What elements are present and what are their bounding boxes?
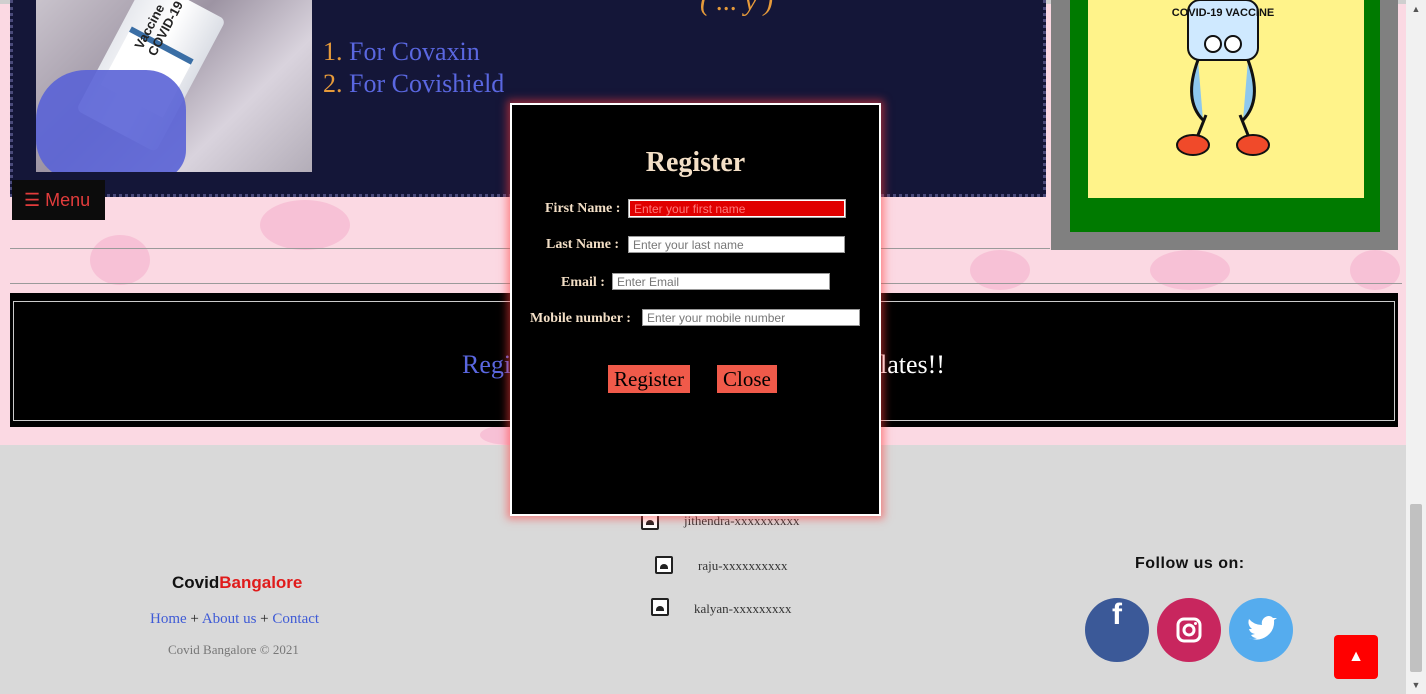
banner-heading: ( ... y ) [700,0,774,17]
option-number: 1. [323,37,343,66]
option-covishield[interactable]: 2. For Covishield [323,68,504,100]
vaccine-options-list: 1. For Covaxin 2. For Covishield [323,36,504,100]
menu-button[interactable]: ☰ Menu [12,180,105,220]
option-number: 2. [323,69,343,98]
sticker-green-border: COVID-19 VACCINE [1070,0,1380,232]
register-modal: Register First Name : Last Name : Email … [510,103,881,516]
vertical-scrollbar[interactable]: ▲ ▼ [1406,0,1426,694]
first-name-input[interactable] [628,199,846,218]
brand-bangalore: Bangalore [219,573,303,592]
vaccine-sticker-frame: COVID-19 VACCINE [1051,0,1398,250]
facebook-icon[interactable]: f [1085,598,1149,662]
footer-links: Home + About us + Contact [150,611,319,628]
register-banner-text-left: Regi [462,350,512,379]
link-separator: + [190,611,199,627]
footer-brand: CovidBangalore [172,573,302,593]
copyright: Covid Bangalore © 2021 [168,642,299,657]
contact-item: raju-xxxxxxxxxx [698,558,788,573]
brand-covid: Covid [172,573,220,592]
mobile-number-label: Mobile number : [530,311,631,326]
option-label: For Covishield [349,69,505,98]
about-link[interactable]: About us [202,611,257,627]
page: Vaccine COVID-19 ( ... y ) 1. For Covaxi… [0,0,1406,694]
follow-label: Follow us on: [1135,555,1245,572]
option-covaxin[interactable]: 1. For Covaxin [323,36,504,68]
vaccine-character-icon: COVID-19 VACCINE [1172,0,1274,156]
contact-item: kalyan-xxxxxxxxx [694,601,792,616]
contact-card-icon [655,556,673,574]
mobile-number-input[interactable] [642,309,860,326]
contact-card-icon [651,598,669,616]
sticker-text: COVID-19 VACCINE [1172,7,1274,19]
scroll-to-top-button[interactable]: ▲ [1334,635,1378,679]
link-separator: + [260,611,269,627]
twitter-glyph [1248,616,1277,640]
register-button[interactable]: Register [608,365,690,393]
email-input[interactable] [612,273,830,290]
instagram-icon[interactable] [1157,598,1221,662]
close-button[interactable]: Close [717,365,777,393]
scroll-up-arrow-icon[interactable]: ▲ [1406,0,1426,16]
first-name-label: First Name : [545,201,621,216]
scroll-down-arrow-icon[interactable]: ▼ [1406,678,1426,694]
instagram-glyph [1176,617,1202,643]
option-label: For Covaxin [349,37,480,66]
home-link[interactable]: Home [150,611,187,627]
email-label: Email : [561,275,605,290]
vial-text: Vaccine COVID-19 [131,0,187,59]
last-name-input[interactable] [628,236,845,253]
register-banner-text-right: lates!! [880,350,945,379]
vaccine-sticker-image: COVID-19 VACCINE [1088,0,1364,198]
glove-shape [36,70,186,172]
vaccine-vial-image: Vaccine COVID-19 [36,0,312,172]
contact-link[interactable]: Contact [272,611,319,627]
twitter-icon[interactable] [1229,598,1293,662]
last-name-label: Last Name : [546,237,620,252]
scrollbar-thumb[interactable] [1410,504,1422,672]
modal-title: Register [645,147,746,178]
